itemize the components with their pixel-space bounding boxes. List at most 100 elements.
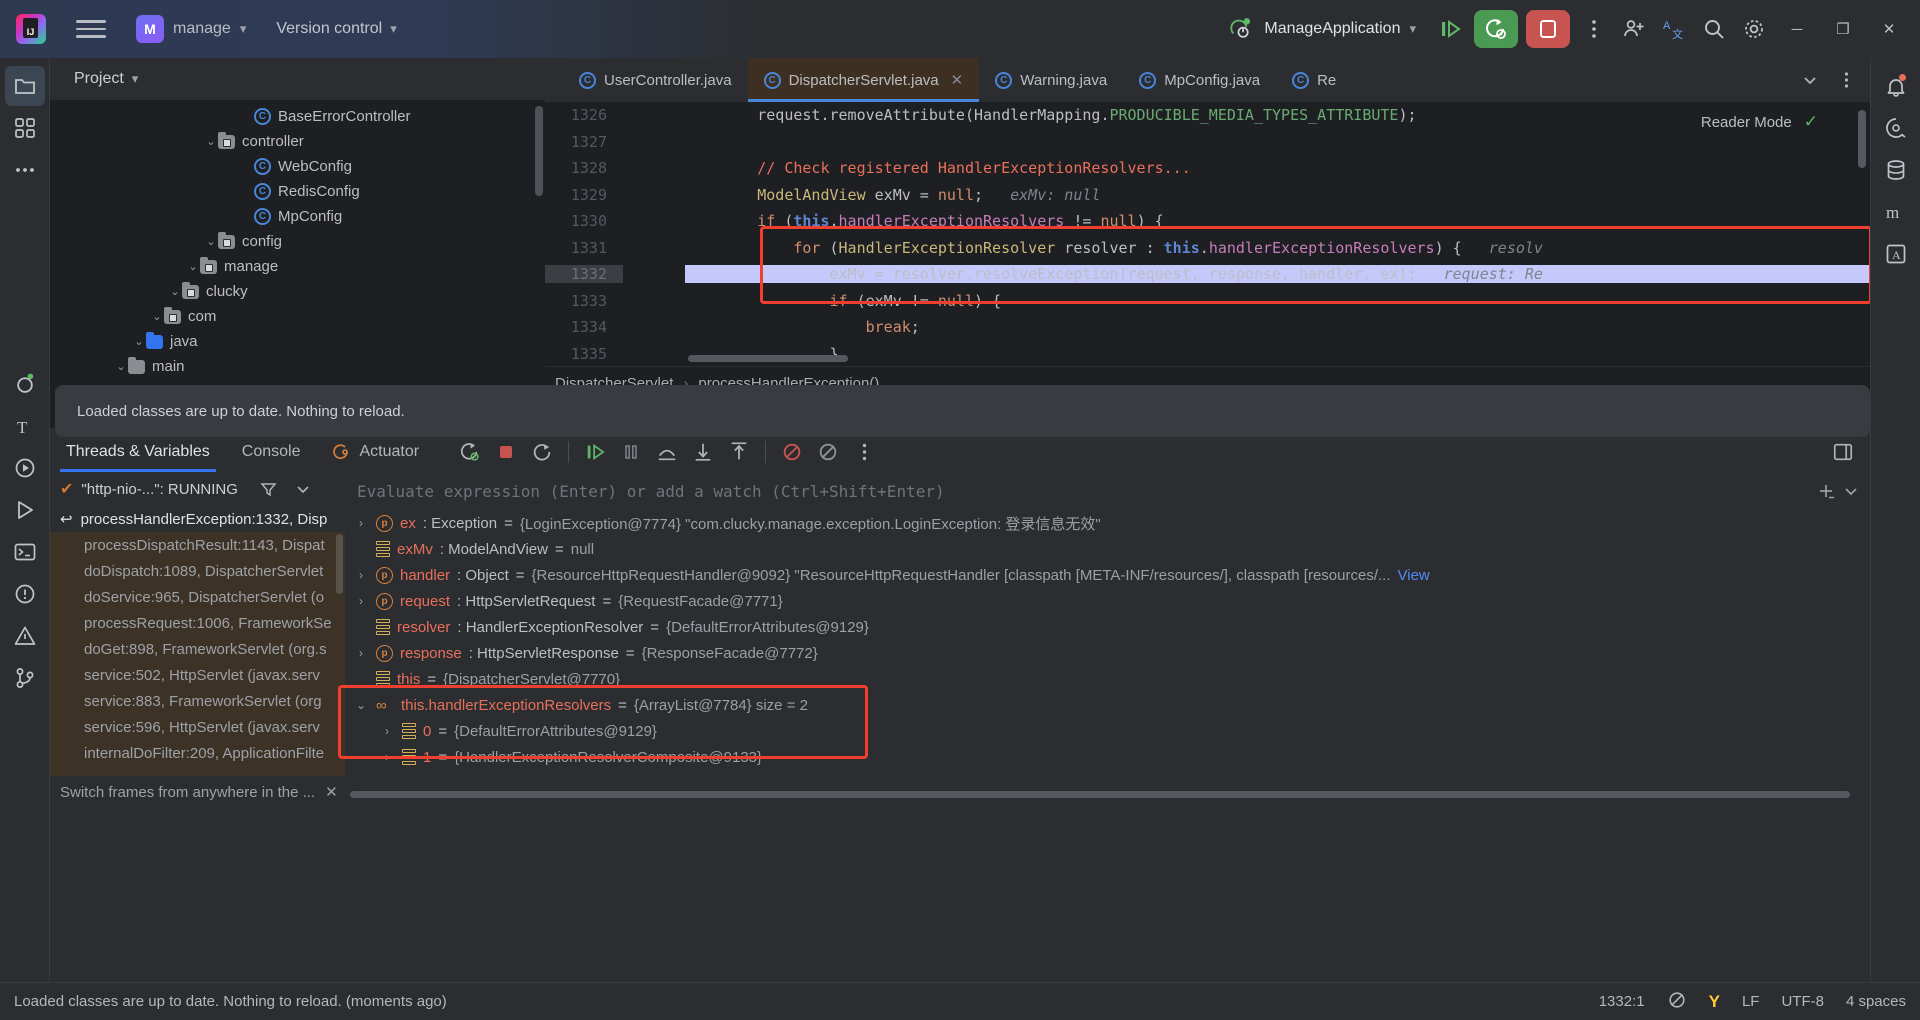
sidebar-item-structure[interactable] (5, 108, 45, 148)
sidebar-item-terminal[interactable] (5, 532, 45, 572)
debug-horizontal-scrollbar[interactable] (350, 791, 1850, 798)
step-out-button[interactable] (722, 435, 756, 469)
close-icon[interactable]: ✕ (325, 783, 338, 801)
yandex-icon[interactable]: Y (1709, 992, 1720, 1012)
frame-item[interactable]: ↩ processHandlerException:1332, Disp (50, 506, 345, 532)
tree-node-com[interactable]: ⌄ com (50, 304, 545, 329)
sidebar-item-run[interactable] (5, 490, 45, 530)
run-configuration-selector[interactable]: ManageApplication ▾ (1229, 16, 1416, 42)
sidebar-item-type-hierarchy[interactable]: T (5, 406, 45, 446)
variable-expand-arrow[interactable]: › (379, 750, 395, 764)
sidebar-item-bean[interactable] (5, 364, 45, 404)
maximize-button[interactable]: ❐ (1820, 9, 1866, 49)
resume-program-button[interactable] (1430, 9, 1470, 49)
layout-settings-button[interactable] (1826, 435, 1860, 469)
variable-row[interactable]: exMv: ModelAndView = null (345, 536, 1870, 562)
view-value-link[interactable]: View (1398, 567, 1430, 584)
tree-node-config[interactable]: ⌄ config (50, 229, 545, 254)
sidebar-item-maven[interactable]: m (1876, 192, 1916, 232)
variable-expand-arrow[interactable]: › (353, 594, 369, 608)
frame-item[interactable]: processRequest:1006, FrameworkSe (50, 610, 345, 636)
project-tree[interactable]: C BaseErrorController ⌄ controller C WebConfi… (50, 100, 545, 428)
editor-tab-warning-java[interactable]: C Warning.java (979, 58, 1123, 102)
code-line-1326[interactable]: 1326 request.removeAttribute(HandlerMapp… (545, 102, 1870, 129)
filter-icon[interactable] (260, 481, 277, 498)
editor-horizontal-scrollbar[interactable] (688, 355, 848, 362)
tree-expand-arrow[interactable]: ⌄ (150, 310, 164, 323)
tree-node-redisconfig[interactable]: C RedisConfig (50, 179, 545, 204)
code-line-1333[interactable]: 1333 if (exMv != null) { (545, 288, 1870, 315)
tree-node-webconfig[interactable]: C WebConfig (50, 154, 545, 179)
code-viewport[interactable]: Reader Mode ✓ 1326 request.removeAttribu… (545, 102, 1870, 366)
variable-row[interactable]: › 0 = {DefaultErrorAttributes@9129} (345, 718, 1870, 744)
mute-breakpoints-button[interactable] (775, 435, 809, 469)
tree-expand-arrow[interactable]: ⌄ (204, 235, 218, 248)
sidebar-item-more[interactable] (5, 150, 45, 190)
pause-program-button[interactable] (614, 435, 648, 469)
variable-row[interactable]: resolver: HandlerExceptionResolver = {Defa… (345, 614, 1870, 640)
caret-position[interactable]: 1332:1 (1599, 993, 1645, 1010)
project-switcher[interactable]: M manage ▾ (136, 15, 246, 43)
debug-more-button[interactable] (847, 435, 881, 469)
tree-expand-arrow[interactable]: ⌄ (114, 360, 128, 373)
frame-item[interactable]: service:596, HttpServlet (javax.serv (50, 714, 345, 740)
sidebar-item-services[interactable] (5, 448, 45, 488)
tree-node-clucky[interactable]: ⌄ clucky (50, 279, 545, 304)
frame-item[interactable]: service:502, HttpServlet (javax.serv (50, 662, 345, 688)
chevron-down-icon[interactable] (295, 481, 311, 497)
project-panel-header[interactable]: Project ▾ (50, 58, 545, 100)
frame-item[interactable]: internalDoFilter:209, ApplicationFilte (50, 740, 345, 766)
frame-item[interactable]: doDispatch:1089, DispatcherServlet (50, 558, 345, 584)
frame-item[interactable]: service:883, FrameworkServlet (org (50, 688, 345, 714)
reader-mode-indicator[interactable]: Reader Mode ✓ (1701, 112, 1818, 132)
editor-tab-re[interactable]: C Re (1276, 58, 1352, 102)
variable-expand-arrow[interactable]: › (353, 516, 369, 530)
editor-tab-mpconfig-java[interactable]: C MpConfig.java (1123, 58, 1276, 102)
variable-expand-arrow[interactable]: › (379, 724, 395, 738)
tree-expand-arrow[interactable]: ⌄ (168, 285, 182, 298)
tree-node-java[interactable]: ⌄ java (50, 329, 545, 354)
variable-expand-arrow[interactable]: › (353, 568, 369, 582)
settings-button[interactable] (1734, 9, 1774, 49)
code-line-1328[interactable]: 1328 // Check registered HandlerExceptio… (545, 155, 1870, 182)
sidebar-item-notifications[interactable] (1876, 66, 1916, 106)
add-watch-icon[interactable] (1816, 481, 1836, 501)
variable-row[interactable]: › p request: HttpServletRequest = {RequestFa… (345, 588, 1870, 614)
view-breakpoints-button[interactable] (811, 435, 845, 469)
frame-item[interactable]: processDispatchResult:1143, Dispat (50, 532, 345, 558)
restart-button[interactable] (525, 435, 559, 469)
rerun-debug-button[interactable] (1474, 10, 1518, 48)
frame-item[interactable]: doGet:898, FrameworkServlet (org.s (50, 636, 345, 662)
tree-node-controller[interactable]: ⌄ controller (50, 129, 545, 154)
minimize-button[interactable]: ─ (1774, 9, 1820, 49)
evaluate-expression-bar[interactable]: Evaluate expression (Enter) or add a wat… (345, 472, 1870, 510)
tab-console[interactable]: Console (226, 432, 317, 472)
code-line-1335[interactable]: 1335 } (545, 341, 1870, 367)
chevron-down-icon[interactable] (1842, 482, 1860, 500)
tree-expand-arrow[interactable]: ⌄ (186, 260, 200, 273)
tab-threads-variables[interactable]: Threads & Variables (50, 432, 226, 472)
code-line-1334[interactable]: 1334 break; (545, 314, 1870, 341)
step-over-button[interactable] (650, 435, 684, 469)
code-line-1331[interactable]: 1331 for (HandlerExceptionResolver resol… (545, 235, 1870, 262)
stop-button[interactable] (1526, 10, 1570, 48)
frames-list[interactable]: ↩ processHandlerException:1332, Disp proce… (50, 506, 345, 776)
code-line-1330[interactable]: 1330 if (this.handlerExceptionResolvers … (545, 208, 1870, 235)
sidebar-item-git[interactable] (5, 658, 45, 698)
search-button[interactable] (1694, 9, 1734, 49)
sidebar-item-warnings[interactable] (5, 616, 45, 656)
tab-actuator[interactable]: Actuator (316, 432, 435, 472)
code-line-1327[interactable]: 1327 (545, 129, 1870, 156)
rerun-debug-button[interactable] (453, 435, 487, 469)
indent-setting[interactable]: 4 spaces (1846, 993, 1906, 1010)
main-menu-icon[interactable] (76, 14, 106, 44)
tab-list-button[interactable] (1794, 64, 1826, 96)
more-actions-button[interactable] (1574, 9, 1614, 49)
tree-expand-arrow[interactable]: ⌄ (204, 135, 218, 148)
close-button[interactable]: ✕ (1866, 9, 1912, 49)
file-encoding[interactable]: UTF-8 (1781, 993, 1824, 1010)
tree-scrollbar[interactable] (535, 106, 543, 196)
variable-expand-arrow[interactable]: ⌄ (353, 698, 369, 712)
line-separator[interactable]: LF (1742, 993, 1760, 1010)
tree-node-mpconfig[interactable]: C MpConfig (50, 204, 545, 229)
